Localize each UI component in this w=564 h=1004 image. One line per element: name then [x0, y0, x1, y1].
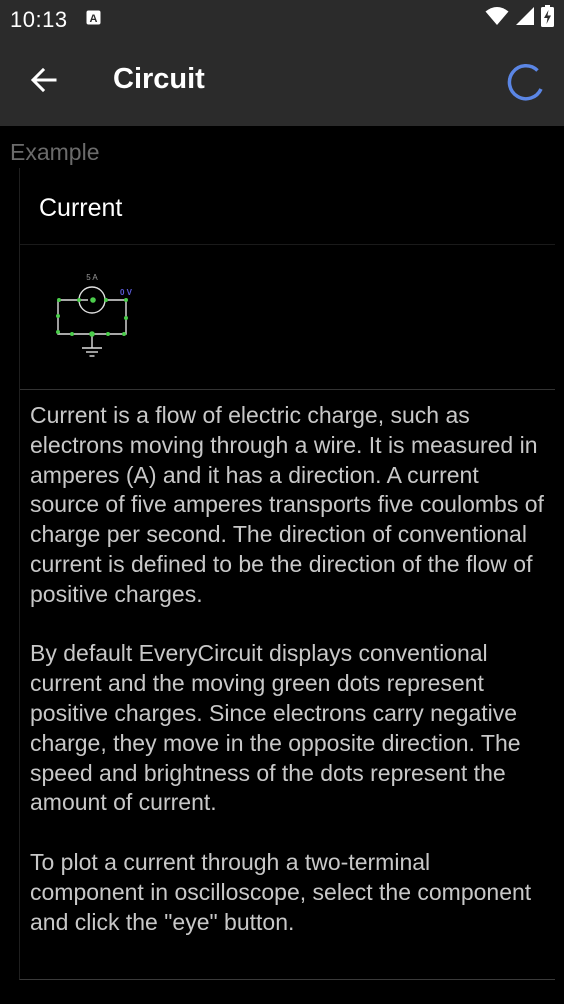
divider [20, 244, 555, 245]
source-label: 5 A [86, 273, 98, 282]
loading-spinner-icon [504, 62, 546, 104]
back-button[interactable] [22, 60, 66, 104]
circuit-thumbnail[interactable]: 5 A 0 V [50, 268, 140, 368]
app-bar: Circuit [0, 38, 564, 126]
svg-text:A: A [90, 13, 98, 25]
signal-icon [515, 6, 535, 31]
back-arrow-icon [30, 66, 58, 99]
divider [20, 389, 555, 390]
description-paragraph: By default EveryCircuit displays convent… [30, 640, 521, 816]
node-label: 0 V [120, 288, 133, 297]
wifi-icon [485, 6, 509, 31]
a-notification-icon: A [86, 10, 101, 25]
section-label: Example [10, 139, 100, 165]
card-title: Current [39, 194, 123, 222]
status-time: 10:13 [10, 7, 68, 32]
status-icons [485, 4, 554, 31]
status-bar: 10:13 A [0, 0, 564, 38]
description-paragraph: Current is a flow of electric charge, su… [30, 402, 544, 607]
card-description: Current is a flow of electric charge, su… [30, 401, 550, 967]
example-card[interactable]: Current 5 A 0 V Current is a flow of ele… [19, 168, 555, 980]
page-title: Circuit [113, 63, 205, 95]
description-paragraph: To plot a current through a two-terminal… [30, 848, 532, 935]
battery-charging-icon [541, 4, 554, 32]
